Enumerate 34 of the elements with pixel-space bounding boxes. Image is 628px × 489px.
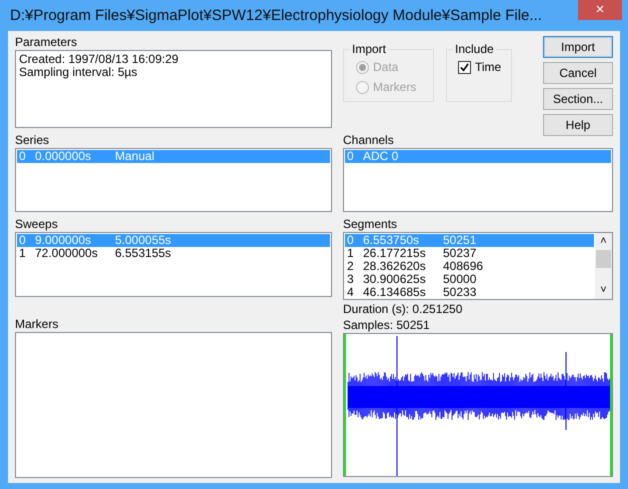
close-button[interactable]: × [578,0,622,20]
duration-text: Duration (s): 0.251250 [343,301,464,317]
samples-text: Samples: 50251 [343,317,431,333]
list-box[interactable]: 0 6.553750s 50251 1 26.177215s 50237 2 28.362620s 408696 3 30.900625s 50000 4 46.134685s 50233 ˄ ˅ [343,232,613,300]
section-label: Series [15,132,50,148]
scroll-up-button[interactable]: ˄ [600,233,607,250]
list-row[interactable]: 4 46.134685s 50233 [345,286,594,299]
parameter-text: Created: 1997/08/13 16:09:29 [19,53,180,66]
section-label: Parameters [15,34,78,50]
radio-label: Markers [373,79,416,96]
parameter-text: Sampling interval: 5µs [19,66,138,79]
list-row[interactable]: 1 72.000000s 6.553155s [17,247,330,260]
section-label: Markers [15,316,60,332]
list-box[interactable]: 0 9.000000s 5.000055s 1 72.000000s 6.553155s [15,232,332,297]
checkbox[interactable] [458,60,471,74]
checkbox-label: Time [475,59,502,76]
window-title: D:¥Program Files¥SigmaPlot¥SPW12¥Electrophysiology Module¥Sample File... [10,6,542,26]
group-label: Import [350,42,388,56]
dialog-button[interactable]: Help [543,114,613,136]
checkmark-icon [460,62,469,72]
dialog-button[interactable]: Import [543,36,613,58]
dialog-button[interactable]: Section... [543,88,613,110]
group-label: Include [453,42,496,56]
section-label: Channels [343,132,395,148]
section-label: Segments [343,216,398,232]
list-row[interactable]: 3 30.900625s 50000 [345,273,594,286]
dialog-button[interactable]: Cancel [543,62,613,84]
scrollbar[interactable]: ˄ ˅ [595,233,612,299]
list-row[interactable]: 1 26.177215s 50237 [345,247,594,260]
list-row[interactable]: 2 28.362620s 408696 [345,260,594,273]
scroll-down-button[interactable]: ˅ [600,282,607,299]
scroll-thumb[interactable] [596,250,611,268]
radio-label: Data [373,59,398,76]
section-label: Sweeps [15,216,59,232]
